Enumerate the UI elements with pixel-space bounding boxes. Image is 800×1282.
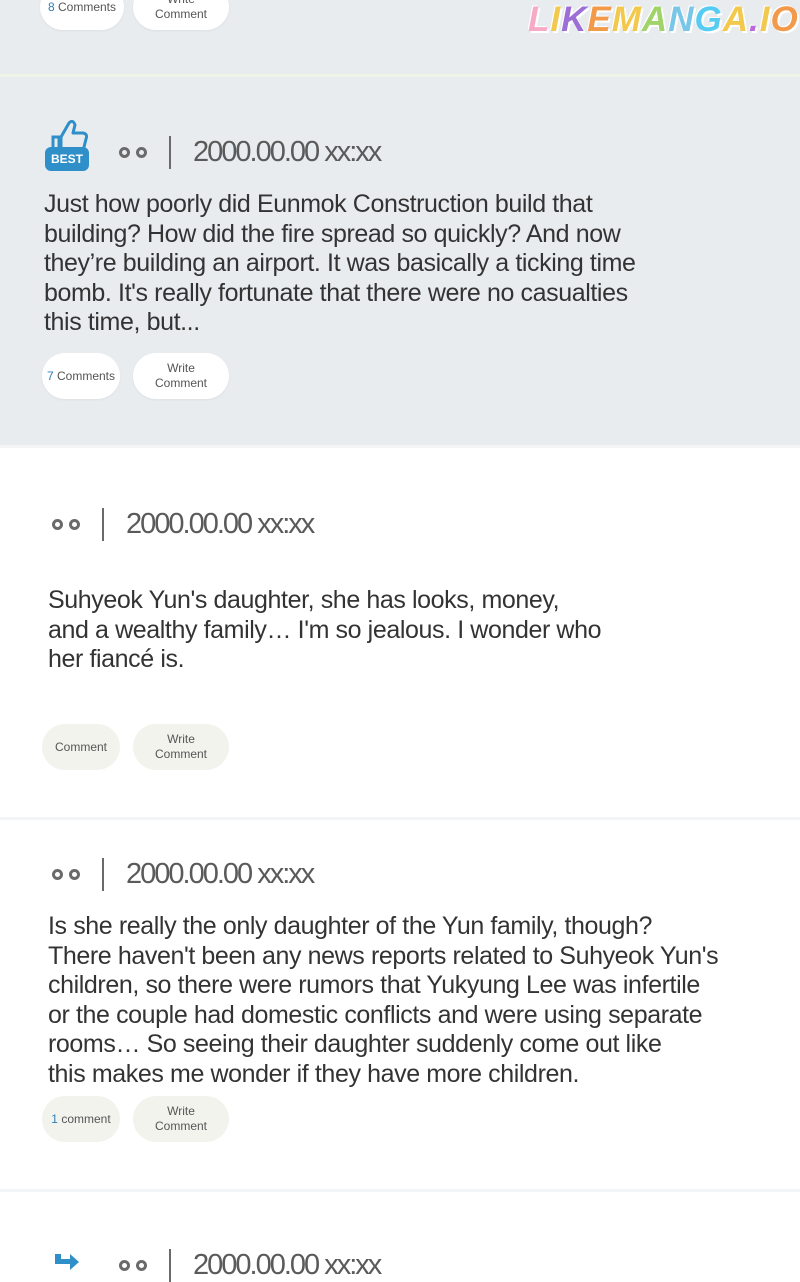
author-masked: [52, 519, 80, 530]
watermark-letter: I: [550, 0, 562, 39]
meta-separator: [169, 1249, 171, 1282]
dot-icon: [69, 869, 80, 880]
watermark-letter: I: [759, 0, 771, 39]
best-badge-label: BEST: [50, 152, 83, 166]
comments-count: 7: [46, 368, 54, 383]
watermark-letter: L: [528, 0, 551, 39]
comments-word: Comments: [57, 368, 116, 383]
comment-text: Suhyeok Yun's daughter, she has looks, m…: [48, 586, 602, 673]
site-watermark-logo: LIKEMANGA.IO: [528, 0, 799, 40]
comments-label: Comment: [54, 739, 107, 754]
dot-icon: [52, 869, 63, 880]
best-comment: BEST 2000.00.00 xx:xx Just how poorly di…: [0, 77, 800, 445]
reply-item: 2000.00.00 xx:xx: [0, 1189, 800, 1282]
post-date: 2000.00.00 xx:xx: [126, 858, 315, 890]
write-comment-label: Write Comment: [154, 1104, 207, 1133]
meta-separator: [169, 136, 171, 169]
write-comment-button[interactable]: Write Comment: [133, 1096, 229, 1142]
comments-count: 1: [51, 1111, 58, 1126]
author-masked: [119, 147, 147, 158]
post-meta: 2000.00.00 xx:xx: [119, 136, 382, 169]
write-comment-label: Write Comment: [154, 361, 207, 390]
post-meta: 2000.00.00 xx:xx: [119, 1249, 382, 1282]
post-date: 2000.00.00 xx:xx: [193, 136, 382, 168]
comments-count-button[interactable]: Comment: [42, 724, 120, 770]
watermark-letter: O: [770, 0, 799, 39]
dot-icon: [119, 1260, 130, 1271]
post-date: 2000.00.00 xx:xx: [193, 1249, 382, 1281]
comments-count-button[interactable]: 1 comment: [42, 1096, 120, 1142]
watermark-letter: A: [722, 0, 749, 39]
watermark-letter: E: [587, 0, 612, 39]
comments-count-button[interactable]: 7 Comments: [42, 353, 120, 399]
watermark-letter: K: [561, 0, 588, 39]
comments-word: comment: [61, 1111, 111, 1126]
watermark-letter: M: [611, 0, 642, 39]
watermark-letter: A: [641, 0, 669, 39]
post-date: 2000.00.00 xx:xx: [126, 508, 315, 540]
meta-separator: [102, 858, 104, 891]
author-masked: [119, 1260, 147, 1271]
reply-arrow-icon: [52, 1252, 82, 1279]
write-comment-label: Write Comment: [154, 732, 207, 761]
comment-item: 2000.00.00 xx:xx Suhyeok Yun's daughter,…: [0, 445, 800, 817]
author-masked: [52, 869, 80, 880]
write-comment-button[interactable]: Write Comment: [133, 0, 229, 30]
comment-text: Is she really the only daughter of the Y…: [48, 912, 719, 1088]
watermark-letter: G: [694, 0, 723, 39]
meta-separator: [102, 508, 104, 541]
comment-text: Just how poorly did Eunmok Construction …: [44, 190, 636, 336]
write-comment-label: Write Comment: [154, 0, 207, 21]
watermark-letter: .: [749, 0, 760, 39]
comments-word: Comments: [58, 0, 117, 14]
dot-icon: [119, 147, 130, 158]
dot-icon: [136, 147, 147, 158]
dot-icon: [69, 519, 80, 530]
watermark-letter: N: [668, 0, 695, 39]
dot-icon: [52, 519, 63, 530]
write-comment-button[interactable]: Write Comment: [133, 724, 229, 770]
post-meta: 2000.00.00 xx:xx: [52, 508, 315, 541]
dot-icon: [136, 1260, 147, 1271]
comments-count-button[interactable]: 8 Comments: [40, 0, 124, 30]
comment-item: 2000.00.00 xx:xx Is she really the only …: [0, 817, 800, 1189]
best-badge-icon: BEST: [45, 117, 91, 173]
write-comment-button[interactable]: Write Comment: [133, 353, 229, 399]
comments-count: 8: [47, 0, 55, 14]
post-meta: 2000.00.00 xx:xx: [52, 858, 315, 891]
